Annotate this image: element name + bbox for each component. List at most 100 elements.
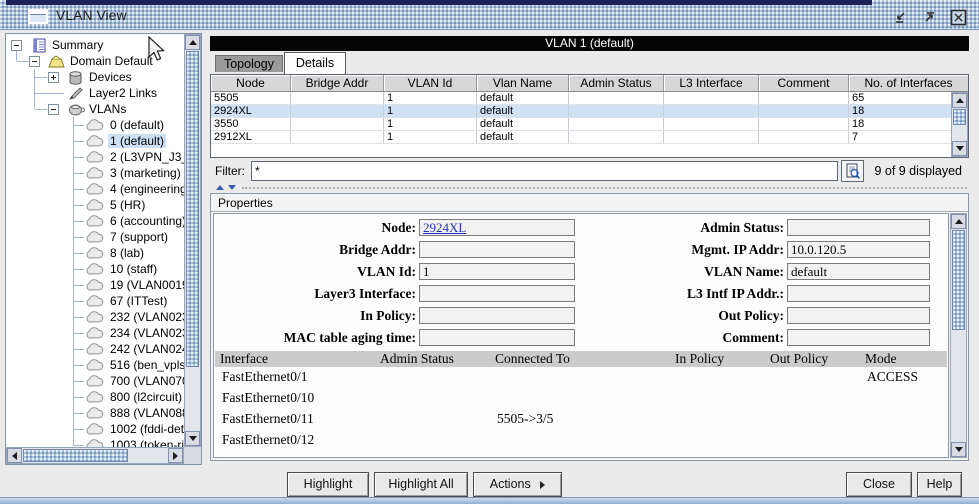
tree-item-vlan[interactable]: 0 (default) xyxy=(7,117,184,133)
interface-column-header[interactable]: In Policy xyxy=(670,351,765,367)
tab-details[interactable]: Details xyxy=(284,52,346,74)
scrollbar-thumb[interactable] xyxy=(186,51,199,367)
tree-item-vlan[interactable]: 19 (VLAN0019 xyxy=(7,277,184,293)
tree-item-vlans[interactable]: VLANs xyxy=(7,101,184,117)
scrollbar-thumb[interactable] xyxy=(953,109,966,125)
scroll-right-icon[interactable] xyxy=(168,448,183,463)
splitter-collapse-down-icon[interactable] xyxy=(228,185,236,190)
tree-item-vlan[interactable]: 6 (accounting) xyxy=(7,213,184,229)
interface-row[interactable]: FastEthernet0/12 xyxy=(215,430,947,451)
expand-expander-icon[interactable] xyxy=(48,71,59,83)
interface-column-header[interactable]: Interface xyxy=(215,351,375,367)
tree-item-vlan[interactable]: 888 (VLAN088 xyxy=(7,405,184,421)
property-field[interactable] xyxy=(787,219,930,236)
vlan-table-column-header[interactable]: Comment xyxy=(759,75,849,92)
scroll-left-icon[interactable] xyxy=(7,448,22,463)
tab-topology[interactable]: Topology xyxy=(215,55,283,72)
help-button[interactable]: Help xyxy=(917,472,962,497)
tree-item-vlan[interactable]: 4 (engineering xyxy=(7,181,184,197)
tree-item-vlan[interactable]: 242 (VLAN024 xyxy=(7,341,184,357)
tree-item-vlan[interactable]: 8 (lab) xyxy=(7,245,184,261)
tree-item-vlan[interactable]: 67 (ITTest) xyxy=(7,293,184,309)
properties-vertical-scrollbar[interactable] xyxy=(950,213,967,458)
tree-item-vlan[interactable]: 7 (support) xyxy=(7,229,184,245)
filter-input[interactable] xyxy=(251,161,838,181)
highlight-button[interactable]: Highlight xyxy=(287,472,369,497)
property-value[interactable]: 10.0.120.5 xyxy=(788,242,929,257)
interface-row[interactable]: FastEthernet0/1 ACCESS xyxy=(215,367,947,388)
interface-row[interactable]: FastEthernet0/10 xyxy=(215,388,947,409)
collapse-expander-icon[interactable] xyxy=(29,55,40,67)
tree-item-vlan[interactable]: 800 (l2circuit) xyxy=(7,389,184,405)
property-field[interactable] xyxy=(419,285,575,302)
scroll-up-icon[interactable] xyxy=(952,93,967,108)
tree-item-vlan[interactable]: 2 (L3VPN_J3_ xyxy=(7,149,184,165)
tree-item-summary[interactable]: Summary xyxy=(7,37,184,53)
scroll-up-icon[interactable] xyxy=(185,35,200,50)
tree-item-vlan[interactable]: 232 (VLAN023 xyxy=(7,309,184,325)
tree-item-vlan[interactable]: 10 (staff) xyxy=(7,261,184,277)
property-field[interactable] xyxy=(419,241,575,258)
property-field[interactable]: 1 xyxy=(419,263,575,280)
tree-item-layer2-links[interactable]: Layer2 Links xyxy=(7,85,184,101)
collapse-expander-icon[interactable] xyxy=(11,39,22,51)
vlan-table-vertical-scrollbar[interactable] xyxy=(951,92,968,157)
property-value[interactable]: 1 xyxy=(420,264,574,279)
vlan-table-column-header[interactable]: L3 Interface xyxy=(664,75,759,92)
scroll-down-icon[interactable] xyxy=(952,141,967,156)
vlan-table-row[interactable]: 3550 1 default 18 xyxy=(211,118,968,131)
interface-column-header[interactable]: Connected To xyxy=(490,351,670,367)
vlan-table-column-header[interactable]: Admin Status xyxy=(569,75,664,92)
tree-item-devices[interactable]: Devices xyxy=(7,69,184,85)
property-value[interactable]: 2924XL xyxy=(420,220,574,235)
scroll-down-icon[interactable] xyxy=(185,431,200,446)
vlan-table-column-header[interactable]: Bridge Addr xyxy=(291,75,384,92)
maximize-button[interactable] xyxy=(920,8,938,26)
splitter-grip[interactable] xyxy=(242,187,967,189)
property-field[interactable] xyxy=(787,285,930,302)
tree-item-vlan[interactable]: 1003 (token-ri xyxy=(7,437,184,447)
scrollbar-thumb[interactable] xyxy=(23,449,128,462)
tree-item-vlan[interactable]: 700 (VLAN070 xyxy=(7,373,184,389)
scroll-down-icon[interactable] xyxy=(951,442,966,457)
property-field[interactable] xyxy=(419,307,575,324)
vlan-table-column-header[interactable]: No. of Interfaces xyxy=(849,75,968,92)
tree-vertical-scrollbar[interactable] xyxy=(184,34,201,447)
vlan-table-row[interactable]: 5505 1 default 65 xyxy=(211,92,968,105)
actions-menu-button[interactable]: Actions xyxy=(473,472,562,497)
vlan-table-column-header[interactable]: VLAN Id xyxy=(384,75,477,92)
vlan-table-column-header[interactable]: Vlan Name xyxy=(477,75,569,92)
scrollbar-thumb[interactable] xyxy=(952,230,965,330)
tree-item-vlan[interactable]: 516 (ben_vpls xyxy=(7,357,184,373)
tree-item-domain-default[interactable]: Domain Default xyxy=(7,53,184,69)
tree-item-vlan[interactable]: 234 (VLAN023 xyxy=(7,325,184,341)
interface-column-header[interactable]: Out Policy xyxy=(765,351,860,367)
interface-column-header[interactable]: Mode xyxy=(860,351,947,367)
tree-item-vlan[interactable]: 5 (HR) xyxy=(7,197,184,213)
property-value[interactable]: default xyxy=(788,264,929,279)
interface-column-header[interactable]: Admin Status xyxy=(375,351,490,367)
minimize-button[interactable] xyxy=(891,8,909,26)
collapse-expander-icon[interactable] xyxy=(48,103,59,115)
property-field[interactable] xyxy=(787,307,930,324)
tree-item-vlan[interactable]: 1002 (fddi-det xyxy=(7,421,184,437)
vlan-table-column-header[interactable]: Node xyxy=(211,75,291,92)
highlight-all-button[interactable]: Highlight All xyxy=(374,472,468,497)
property-field[interactable]: default xyxy=(787,263,930,280)
close-dialog-button[interactable]: Close xyxy=(846,472,912,497)
interface-row[interactable]: FastEthernet0/11 5505->3/5 xyxy=(215,409,947,430)
vlan-table-row[interactable]: 2912XL 1 default 7 xyxy=(211,131,968,144)
tree-item-vlan[interactable]: 1 (default) xyxy=(7,133,184,149)
tree-item-vlan[interactable]: 3 (marketing) xyxy=(7,165,184,181)
filter-search-button[interactable] xyxy=(841,160,864,182)
close-button[interactable] xyxy=(949,8,967,26)
property-field[interactable]: 10.0.120.5 xyxy=(787,241,930,258)
property-field[interactable]: 2924XL xyxy=(419,219,575,236)
tree-horizontal-scrollbar[interactable] xyxy=(6,447,184,464)
property-field[interactable] xyxy=(419,329,575,346)
vlan-table-row[interactable]: 2924XL 1 default 18 xyxy=(211,105,968,118)
splitter-collapse-up-icon[interactable] xyxy=(216,185,224,190)
scroll-up-icon[interactable] xyxy=(951,214,966,229)
split-pane-divider[interactable] xyxy=(210,184,969,192)
property-field[interactable] xyxy=(787,329,930,346)
